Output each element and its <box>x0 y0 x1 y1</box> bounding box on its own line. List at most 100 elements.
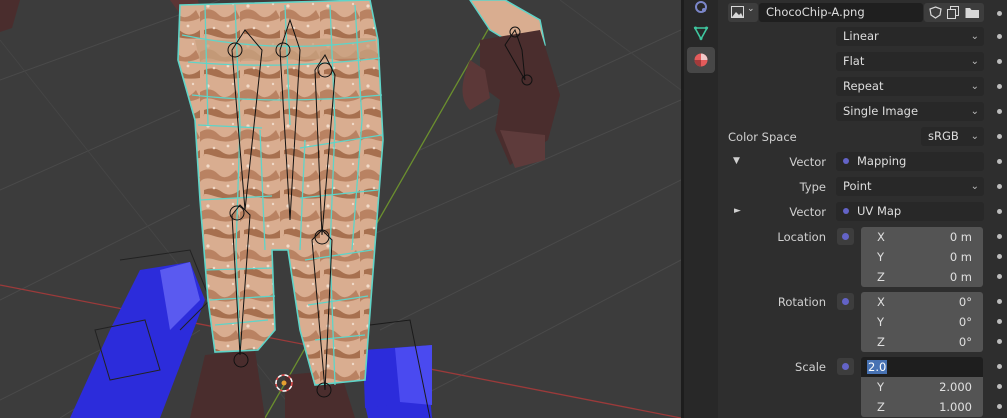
projection-dropdown[interactable]: Flat ⌄ <box>836 52 984 71</box>
image-name-field[interactable]: ChocoChip-A.png <box>759 3 923 22</box>
chevron-down-icon: ⌄ <box>970 181 979 192</box>
vector-label: Vector <box>789 205 826 219</box>
open-folder-icon[interactable] <box>965 6 980 19</box>
data-tab[interactable] <box>687 20 715 46</box>
interpolation-row: Linear ⌄ <box>718 27 1007 47</box>
keyframe-dot[interactable] <box>997 274 1002 279</box>
axis-value: 0 m <box>949 230 972 244</box>
scale-z-field[interactable]: Z 1.000 <box>861 397 983 417</box>
scale-y-field[interactable]: Y 2.000 <box>861 377 983 397</box>
material-icon <box>694 53 708 67</box>
constraint-tab[interactable] <box>687 0 715 20</box>
axis-label: X <box>877 295 885 309</box>
keyframe-dot[interactable] <box>997 384 1002 389</box>
axis-label: Y <box>877 315 885 329</box>
rotation-socket[interactable] <box>837 293 854 310</box>
source-row: Single Image ⌄ <box>718 102 1007 122</box>
location-socket[interactable] <box>837 228 854 245</box>
image-browse-button[interactable]: ⌄ <box>728 3 758 22</box>
axis-label: Z <box>877 335 885 349</box>
keyframe-dot[interactable] <box>997 404 1002 409</box>
rotation-x-field[interactable]: X 0° <box>861 292 983 312</box>
color-space-value: sRGB <box>928 129 959 143</box>
scale-socket[interactable] <box>837 358 854 375</box>
image-actions-group <box>924 3 984 22</box>
viewport-scene <box>0 0 681 418</box>
vector-link-uv[interactable]: UV Map <box>836 202 984 221</box>
keyframe-dot[interactable] <box>997 134 1002 139</box>
axis-value: 0° <box>958 295 972 309</box>
vector-link-mapping[interactable]: Mapping <box>836 152 984 171</box>
chevron-down-icon: ⌄ <box>970 131 979 142</box>
keyframe-dot[interactable] <box>997 184 1002 189</box>
color-space-dropdown[interactable]: sRGB ⌄ <box>921 127 984 146</box>
extension-row: Repeat ⌄ <box>718 77 1007 97</box>
axis-value: 1.000 <box>939 400 972 414</box>
location-y-field[interactable]: Y 0 m <box>861 247 983 267</box>
keyframe-dot[interactable] <box>997 339 1002 344</box>
axis-value: 0 m <box>949 270 972 284</box>
chevron-down-icon: ⌄ <box>747 4 755 14</box>
material-tab[interactable] <box>687 47 715 73</box>
keyframe-dot[interactable] <box>997 84 1002 89</box>
axis-label: Y <box>877 380 885 394</box>
expanded-triangle-icon[interactable]: ▼ <box>733 156 740 166</box>
keyframe-dot[interactable] <box>997 234 1002 239</box>
projection-value: Flat <box>843 54 865 68</box>
fake-user-shield-icon[interactable] <box>929 6 942 19</box>
keyframe-dot[interactable] <box>997 319 1002 324</box>
color-space-label: Color Space <box>728 130 797 144</box>
rotation-label: Rotation <box>777 295 826 309</box>
location-label: Location <box>777 230 826 244</box>
properties-panel: ⌄ ChocoChip-A.png Linear ⌄ Flat ⌄ Repeat… <box>718 0 1007 418</box>
axis-label: X <box>877 230 885 244</box>
mapping-type-dropdown[interactable]: Point ⌄ <box>836 177 984 196</box>
selected-text: 2.0 <box>867 360 888 374</box>
keyframe-dot[interactable] <box>997 109 1002 114</box>
vector-link-value: UV Map <box>857 204 902 218</box>
image-icon <box>731 6 744 18</box>
location-z-field[interactable]: Z 0 m <box>861 267 983 287</box>
object-data-icon <box>693 26 709 41</box>
scale-x-text: 2.0 <box>867 357 888 377</box>
keyframe-dot[interactable] <box>997 11 1002 16</box>
projection-row: Flat ⌄ <box>718 52 1007 72</box>
axis-value: 2.000 <box>939 380 972 394</box>
keyframe-dot[interactable] <box>997 209 1002 214</box>
keyframe-dot[interactable] <box>997 59 1002 64</box>
axis-label: Y <box>877 250 885 264</box>
vector-link-value: Mapping <box>857 154 907 168</box>
image-datablock-row: ⌄ ChocoChip-A.png <box>718 2 1007 22</box>
keyframe-dot[interactable] <box>997 299 1002 304</box>
rotation-z-field[interactable]: Z 0° <box>861 332 983 352</box>
vector-uv-row: ► Vector UV Map <box>718 202 1007 222</box>
scale-label: Scale <box>795 360 826 374</box>
extension-dropdown[interactable]: Repeat ⌄ <box>836 77 984 96</box>
mapping-type-row: Type Point ⌄ <box>718 177 1007 197</box>
duplicate-icon[interactable] <box>947 6 960 19</box>
keyframe-dot[interactable] <box>997 364 1002 369</box>
chevron-down-icon: ⌄ <box>970 31 979 42</box>
vector-label: Vector <box>789 155 826 169</box>
rotation-y-field[interactable]: Y 0° <box>861 312 983 332</box>
mapping-type-value: Point <box>843 179 872 193</box>
chevron-down-icon: ⌄ <box>970 106 979 117</box>
properties-tab-strip <box>684 0 718 418</box>
source-value: Single Image <box>843 104 919 118</box>
keyframe-dot[interactable] <box>997 34 1002 39</box>
keyframe-dot[interactable] <box>997 254 1002 259</box>
interpolation-dropdown[interactable]: Linear ⌄ <box>836 27 984 46</box>
axis-label: Z <box>877 270 885 284</box>
collapsed-triangle-icon[interactable]: ► <box>734 206 741 216</box>
type-label: Type <box>799 180 826 194</box>
location-x-field[interactable]: X 0 m <box>861 227 983 247</box>
3d-viewport[interactable] <box>0 0 681 418</box>
scale-x-field-editing[interactable]: 2.0 <box>861 357 983 377</box>
source-dropdown[interactable]: Single Image ⌄ <box>836 102 984 121</box>
keyframe-dot[interactable] <box>997 159 1002 164</box>
chevron-down-icon: ⌄ <box>970 81 979 92</box>
color-space-row: Color Space sRGB ⌄ <box>718 127 1007 147</box>
chevron-down-icon: ⌄ <box>970 56 979 67</box>
axis-value: 0° <box>958 335 972 349</box>
extension-value: Repeat <box>843 79 884 93</box>
